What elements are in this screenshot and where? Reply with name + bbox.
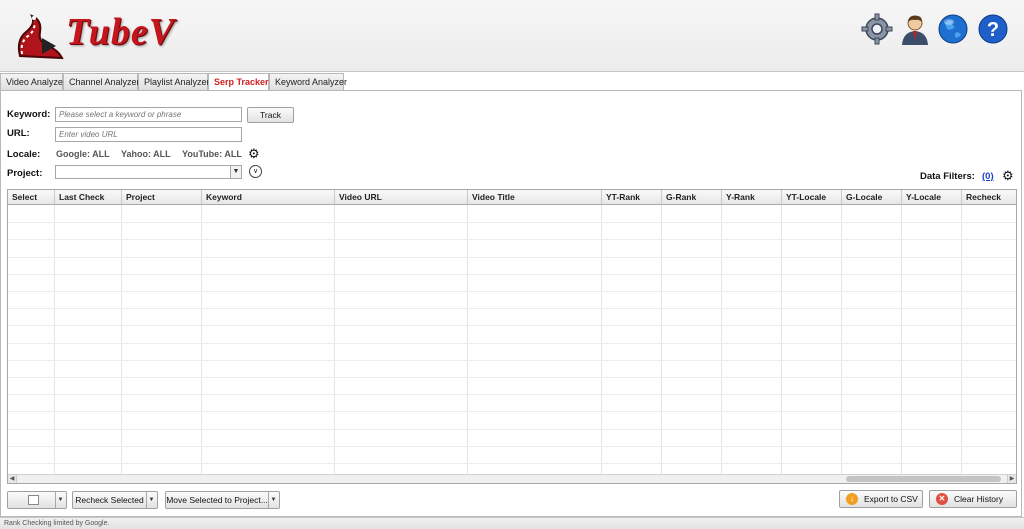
tubev-snake-logo-icon — [17, 14, 64, 60]
move-selected-button[interactable]: Move Selected to Project... — [166, 492, 269, 508]
export-csv-button[interactable]: ↓ Export to CSV — [839, 490, 923, 508]
recheck-selected-split-button[interactable]: Recheck Selected ▼ — [72, 491, 158, 509]
table-row — [8, 463, 1016, 464]
url-input[interactable] — [55, 127, 242, 142]
column-header-keyword[interactable]: Keyword — [202, 190, 335, 205]
table-row — [8, 308, 1016, 310]
column-divider — [201, 205, 202, 475]
tab-channel-analyzer[interactable]: Channel Analyzer — [63, 73, 140, 91]
app-logo-text: TubeV — [66, 11, 176, 53]
chevron-down-icon[interactable]: ▼ — [268, 492, 279, 508]
scrollbar-thumb[interactable] — [846, 476, 1001, 482]
main-tabs: Video Analyzer Channel Analyzer Playlist… — [0, 73, 1024, 92]
data-filters-label: Data Filters: — [920, 171, 975, 182]
column-header-last-check[interactable]: Last Check — [55, 190, 122, 205]
column-header-y-rank[interactable]: Y-Rank — [722, 190, 782, 205]
locale-yahoo: Yahoo: ALL — [121, 149, 171, 159]
keyword-input[interactable] — [55, 107, 242, 122]
globe-icon[interactable] — [937, 12, 969, 46]
column-divider — [334, 205, 335, 475]
table-row — [8, 377, 1016, 378]
table-row — [8, 342, 1016, 344]
table-row — [8, 359, 1016, 361]
table-row — [8, 325, 1016, 327]
project-label: Project: — [7, 168, 43, 179]
user-icon[interactable] — [899, 12, 931, 46]
column-divider — [901, 205, 902, 475]
help-icon[interactable]: ? — [977, 12, 1009, 46]
column-header-g-locale[interactable]: G-Locale — [842, 190, 902, 205]
keyword-label: Keyword: — [7, 109, 51, 120]
column-header-project[interactable]: Project — [122, 190, 202, 205]
locale-google: Google: ALL — [56, 149, 110, 159]
tab-video-analyzer[interactable]: Video Analyzer — [0, 73, 66, 91]
tab-keyword-analyzer[interactable]: Keyword Analyzer — [269, 73, 347, 91]
chevron-down-icon[interactable]: ▼ — [146, 492, 157, 508]
expand-circle-chevron-icon[interactable]: ∨ — [249, 165, 262, 178]
scroll-left-arrow-icon[interactable]: ◀ — [8, 475, 17, 483]
table-row — [8, 411, 1016, 413]
serp-results-table: Select Last Check Project Keyword Video … — [7, 189, 1017, 484]
column-header-y-locale[interactable]: Y-Locale — [902, 190, 962, 205]
column-header-yt-locale[interactable]: YT-Locale — [782, 190, 842, 205]
horizontal-scrollbar[interactable]: ◀ ▶ — [8, 474, 1016, 483]
column-divider — [121, 205, 122, 475]
tab-playlist-analyzer[interactable]: Playlist Analyzer — [138, 73, 210, 91]
clear-history-label: Clear History — [954, 494, 1004, 504]
column-divider — [841, 205, 842, 475]
chevron-down-icon[interactable]: ▼ — [55, 492, 66, 508]
download-arrow-icon: ↓ — [846, 493, 858, 505]
scroll-right-arrow-icon[interactable]: ▶ — [1007, 475, 1016, 483]
column-divider — [661, 205, 662, 475]
locale-settings-gear-icon[interactable]: ⚙ — [248, 147, 260, 160]
url-label: URL: — [7, 128, 30, 139]
table-row — [8, 222, 1016, 224]
project-select[interactable]: ▼ — [55, 165, 242, 179]
clear-x-icon: ✕ — [936, 493, 948, 505]
table-row — [8, 239, 1016, 241]
column-divider — [961, 205, 962, 475]
data-filters-gear-icon[interactable]: ⚙ — [1002, 169, 1014, 182]
track-button[interactable]: Track — [247, 107, 294, 123]
table-row — [8, 291, 1016, 292]
column-divider — [54, 205, 55, 475]
status-bar: Rank Checking limited by Google. — [0, 517, 1024, 529]
locale-label: Locale: — [7, 149, 41, 160]
column-header-recheck[interactable]: Recheck — [962, 190, 1016, 205]
column-divider — [781, 205, 782, 475]
chevron-down-icon[interactable]: ▼ — [230, 166, 241, 178]
column-header-select[interactable]: Select — [8, 190, 55, 205]
recheck-selected-button[interactable]: Recheck Selected — [73, 492, 147, 508]
move-selected-split-button[interactable]: Move Selected to Project... ▼ — [165, 491, 280, 509]
data-filters-count-link[interactable]: (0) — [982, 171, 994, 182]
column-divider — [721, 205, 722, 475]
select-all-checkbox[interactable] — [28, 495, 39, 505]
select-all-split-button[interactable]: ▼ — [7, 491, 67, 509]
table-row — [8, 445, 1016, 447]
table-row — [8, 256, 1016, 258]
table-row — [8, 273, 1016, 275]
export-csv-label: Export to CSV — [864, 494, 918, 504]
column-header-video-title[interactable]: Video Title — [468, 190, 602, 205]
svg-text:?: ? — [987, 19, 999, 41]
column-header-yt-rank[interactable]: YT-Rank — [602, 190, 662, 205]
clear-history-button[interactable]: ✕ Clear History — [929, 490, 1017, 508]
app-header: TubeV ? — [0, 0, 1024, 72]
settings-gear-icon[interactable] — [861, 12, 893, 46]
table-row — [8, 428, 1016, 430]
select-all-checkbox-area[interactable] — [8, 492, 56, 508]
column-divider — [467, 205, 468, 475]
column-header-video-url[interactable]: Video URL — [335, 190, 468, 205]
column-header-g-rank[interactable]: G-Rank — [662, 190, 722, 205]
table-row — [8, 394, 1016, 396]
column-divider — [601, 205, 602, 475]
locale-youtube: YouTube: ALL — [182, 149, 242, 159]
